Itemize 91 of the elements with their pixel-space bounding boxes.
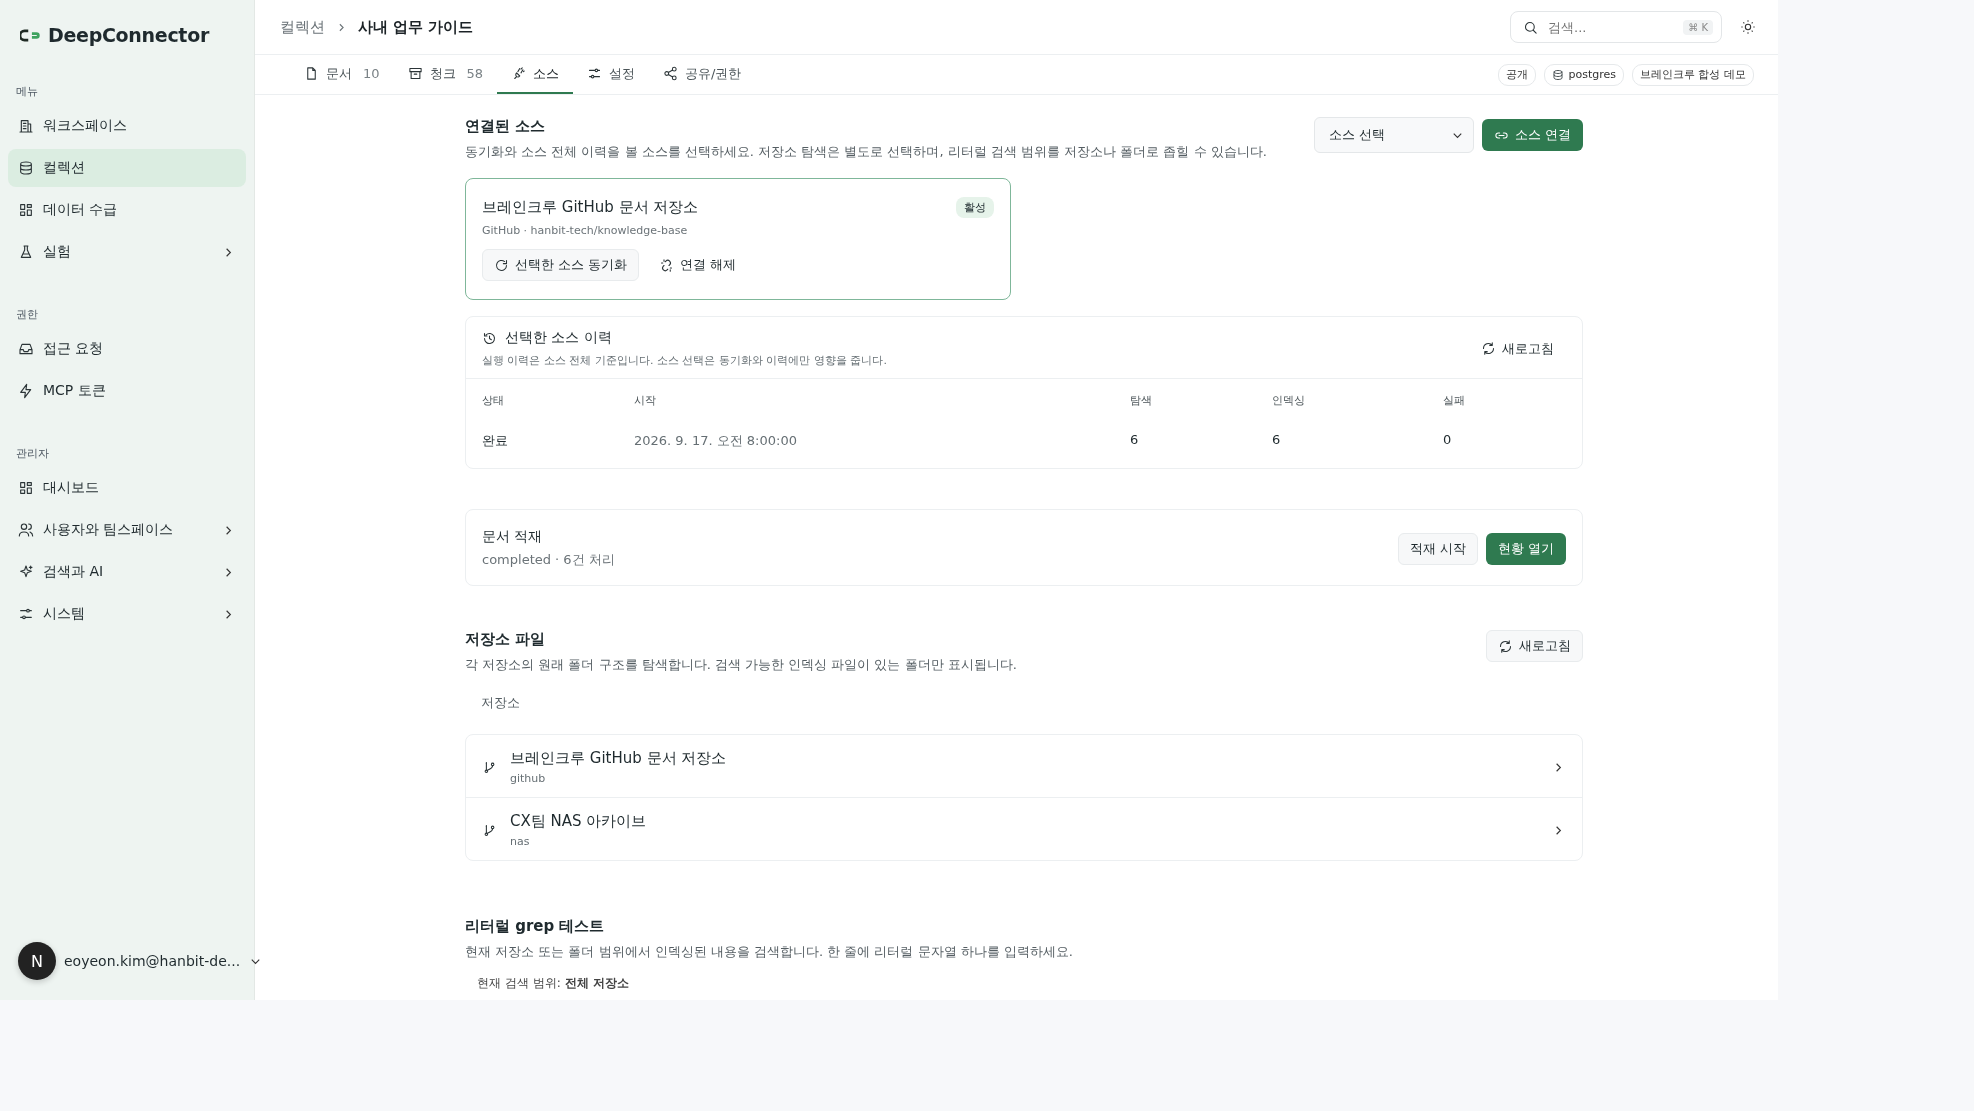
sync-button[interactable]: 선택한 소스 동기화 (482, 249, 640, 281)
tab[interactable]: 소스 (497, 55, 574, 94)
tag: 브레인크루 합성 데모 (1632, 63, 1754, 86)
search-scope: 현재 검색 범위: 전체 저장소 (477, 975, 630, 992)
sparkle-icon (18, 564, 34, 580)
grid-icon (18, 480, 34, 496)
tab[interactable]: 설정 (573, 55, 650, 94)
tag: 공개 (1498, 63, 1537, 86)
column-header: 인덱싱 (1272, 393, 1306, 408)
start-ingest-button[interactable]: 적재 시작 (1397, 532, 1478, 565)
building-icon (18, 118, 34, 134)
table-cell-text: 2026. 9. 17. 오전 8:00:00 (634, 432, 798, 450)
card-description: 실행 이력은 소스 전체 기준입니다. 소스 선택은 동기화와 이력에만 영향을 줍니다. (482, 353, 887, 368)
card-title: 선택한 소스 이력 (505, 329, 612, 347)
sidebar-item[interactable]: 실험 (8, 233, 246, 271)
repository-item[interactable]: CX팀 NAS 아카이브 nas (466, 797, 1582, 860)
table-cell-text: 완료 (482, 432, 509, 450)
source-name: 브레인크루 GitHub 문서 저장소 (482, 198, 699, 217)
sidebar-item[interactable]: MCP 토큰 (8, 372, 246, 410)
broken-link-icon (659, 257, 675, 273)
sidebar-item[interactable]: 접근 요청 (8, 330, 246, 368)
sidebar-item[interactable]: 시스템 (8, 595, 246, 633)
sidebar-item[interactable]: 컬렉션 (8, 149, 246, 187)
tag: postgres (1544, 63, 1624, 86)
source-card[interactable]: 브레인크루 GitHub 문서 저장소 활성 GitHub · hanbit-tech/knowledge-base 선택한 소스 동기화 연결 해제 (465, 178, 1011, 300)
section-title: 연결된 소스 (465, 117, 547, 136)
section-heading: 관리자 (15, 446, 50, 462)
search-icon (1523, 19, 1538, 35)
table-cell-text: 6 (1130, 432, 1140, 449)
tab[interactable]: 문서 10 (290, 55, 394, 94)
logo-icon (20, 27, 42, 43)
section-description: 현재 저장소 또는 폴더 범위에서 인덱싱된 내용을 검색합니다. 한 줄에 리터럴 문자열 하나를 입력하세요. (465, 943, 1074, 961)
avatar: N (18, 942, 56, 980)
connect-source-button[interactable]: 소스 연결 (1481, 119, 1583, 151)
repository-item[interactable]: 브레인크루 GitHub 문서 저장소 github (466, 735, 1582, 797)
user-menu[interactable]: N eoyeon.kim@hanbit-de... (8, 942, 246, 980)
sidebar-item[interactable]: 검색과 AI (8, 553, 246, 591)
page-title: 사내 업무 가이드 (358, 17, 474, 37)
file-icon (304, 66, 319, 81)
card-title: 문서 적재 (482, 528, 544, 546)
sidebar-item[interactable]: 대시보드 (8, 469, 246, 507)
section-heading: 메뉴 (15, 84, 39, 100)
status-badge: 활성 (956, 197, 994, 218)
branch-icon (482, 822, 497, 838)
grid-icon (18, 202, 34, 218)
users-icon (18, 522, 34, 538)
ingest-status: completed · 6건 처리 (482, 551, 615, 569)
database-icon (1552, 68, 1565, 81)
sidebar-item[interactable]: 워크스페이스 (8, 107, 246, 145)
list-label: 저장소 (480, 694, 521, 712)
section-title: 저장소 파일 (465, 630, 547, 649)
database-icon (18, 160, 34, 176)
table-cell-text: 0 (1443, 432, 1453, 449)
refresh-button[interactable]: 새로고침 (1486, 630, 1583, 662)
column-header: 탐색 (1130, 393, 1153, 408)
section-title: 리터럴 grep 테스트 (465, 917, 606, 936)
refresh-icon (1498, 638, 1513, 654)
flask-icon (18, 244, 34, 260)
section-description: 각 저장소의 원래 폴더 구조를 탐색합니다. 검색 가능한 인덱싱 파일이 있는 폴더만 표시됩니다. (465, 656, 1017, 674)
section-heading: 권한 (15, 307, 39, 323)
plug-icon (511, 66, 527, 81)
section-description: 동기화와 소스 전체 이력을 볼 소스를 선택하세요. 저장소 탐색은 별도로 선택하며, 리터럴 검색 범위를 저장소나 폴더로 좁힐 수 있습니다. (465, 143, 1267, 161)
history-icon (482, 330, 497, 346)
search-field[interactable]: 검색... (1546, 18, 1676, 36)
sliders-icon (587, 66, 603, 81)
sun-icon[interactable] (1740, 19, 1756, 35)
refresh-icon (1481, 341, 1496, 356)
source-select[interactable]: 소스 선택 (1313, 117, 1474, 153)
bolt-icon (18, 383, 34, 399)
branch-icon (482, 759, 497, 775)
column-header: 실패 (1443, 393, 1466, 408)
open-status-button[interactable]: 현황 열기 (1485, 532, 1566, 565)
column-header: 상태 (482, 393, 505, 408)
sidebar-item[interactable]: 사용자와 팀스페이스 (8, 511, 246, 549)
user-email: eoyeon.kim@hanbit-de... (64, 953, 241, 969)
disconnect-button[interactable]: 연결 해제 (647, 249, 749, 281)
archive-icon (407, 66, 423, 81)
source-meta: GitHub · hanbit-tech/knowledge-base (482, 224, 689, 237)
shortcut-key: ⌘ K (1683, 19, 1713, 35)
sidebar-item[interactable]: 데이터 수급 (8, 191, 246, 229)
sliders-icon (18, 606, 34, 622)
breadcrumb-link[interactable]: 컬렉션 (280, 17, 325, 37)
tab[interactable]: 청크 58 (393, 55, 498, 94)
refresh-icon (494, 257, 509, 273)
share-icon (663, 66, 679, 81)
table-cell-text: 6 (1272, 432, 1282, 449)
refresh-button[interactable]: 새로고침 (1469, 332, 1566, 365)
inbox-icon (18, 341, 34, 357)
app-name: DeepConnector (48, 24, 209, 46)
tab[interactable]: 공유/권한 (649, 55, 756, 94)
column-header: 시작 (634, 393, 657, 408)
